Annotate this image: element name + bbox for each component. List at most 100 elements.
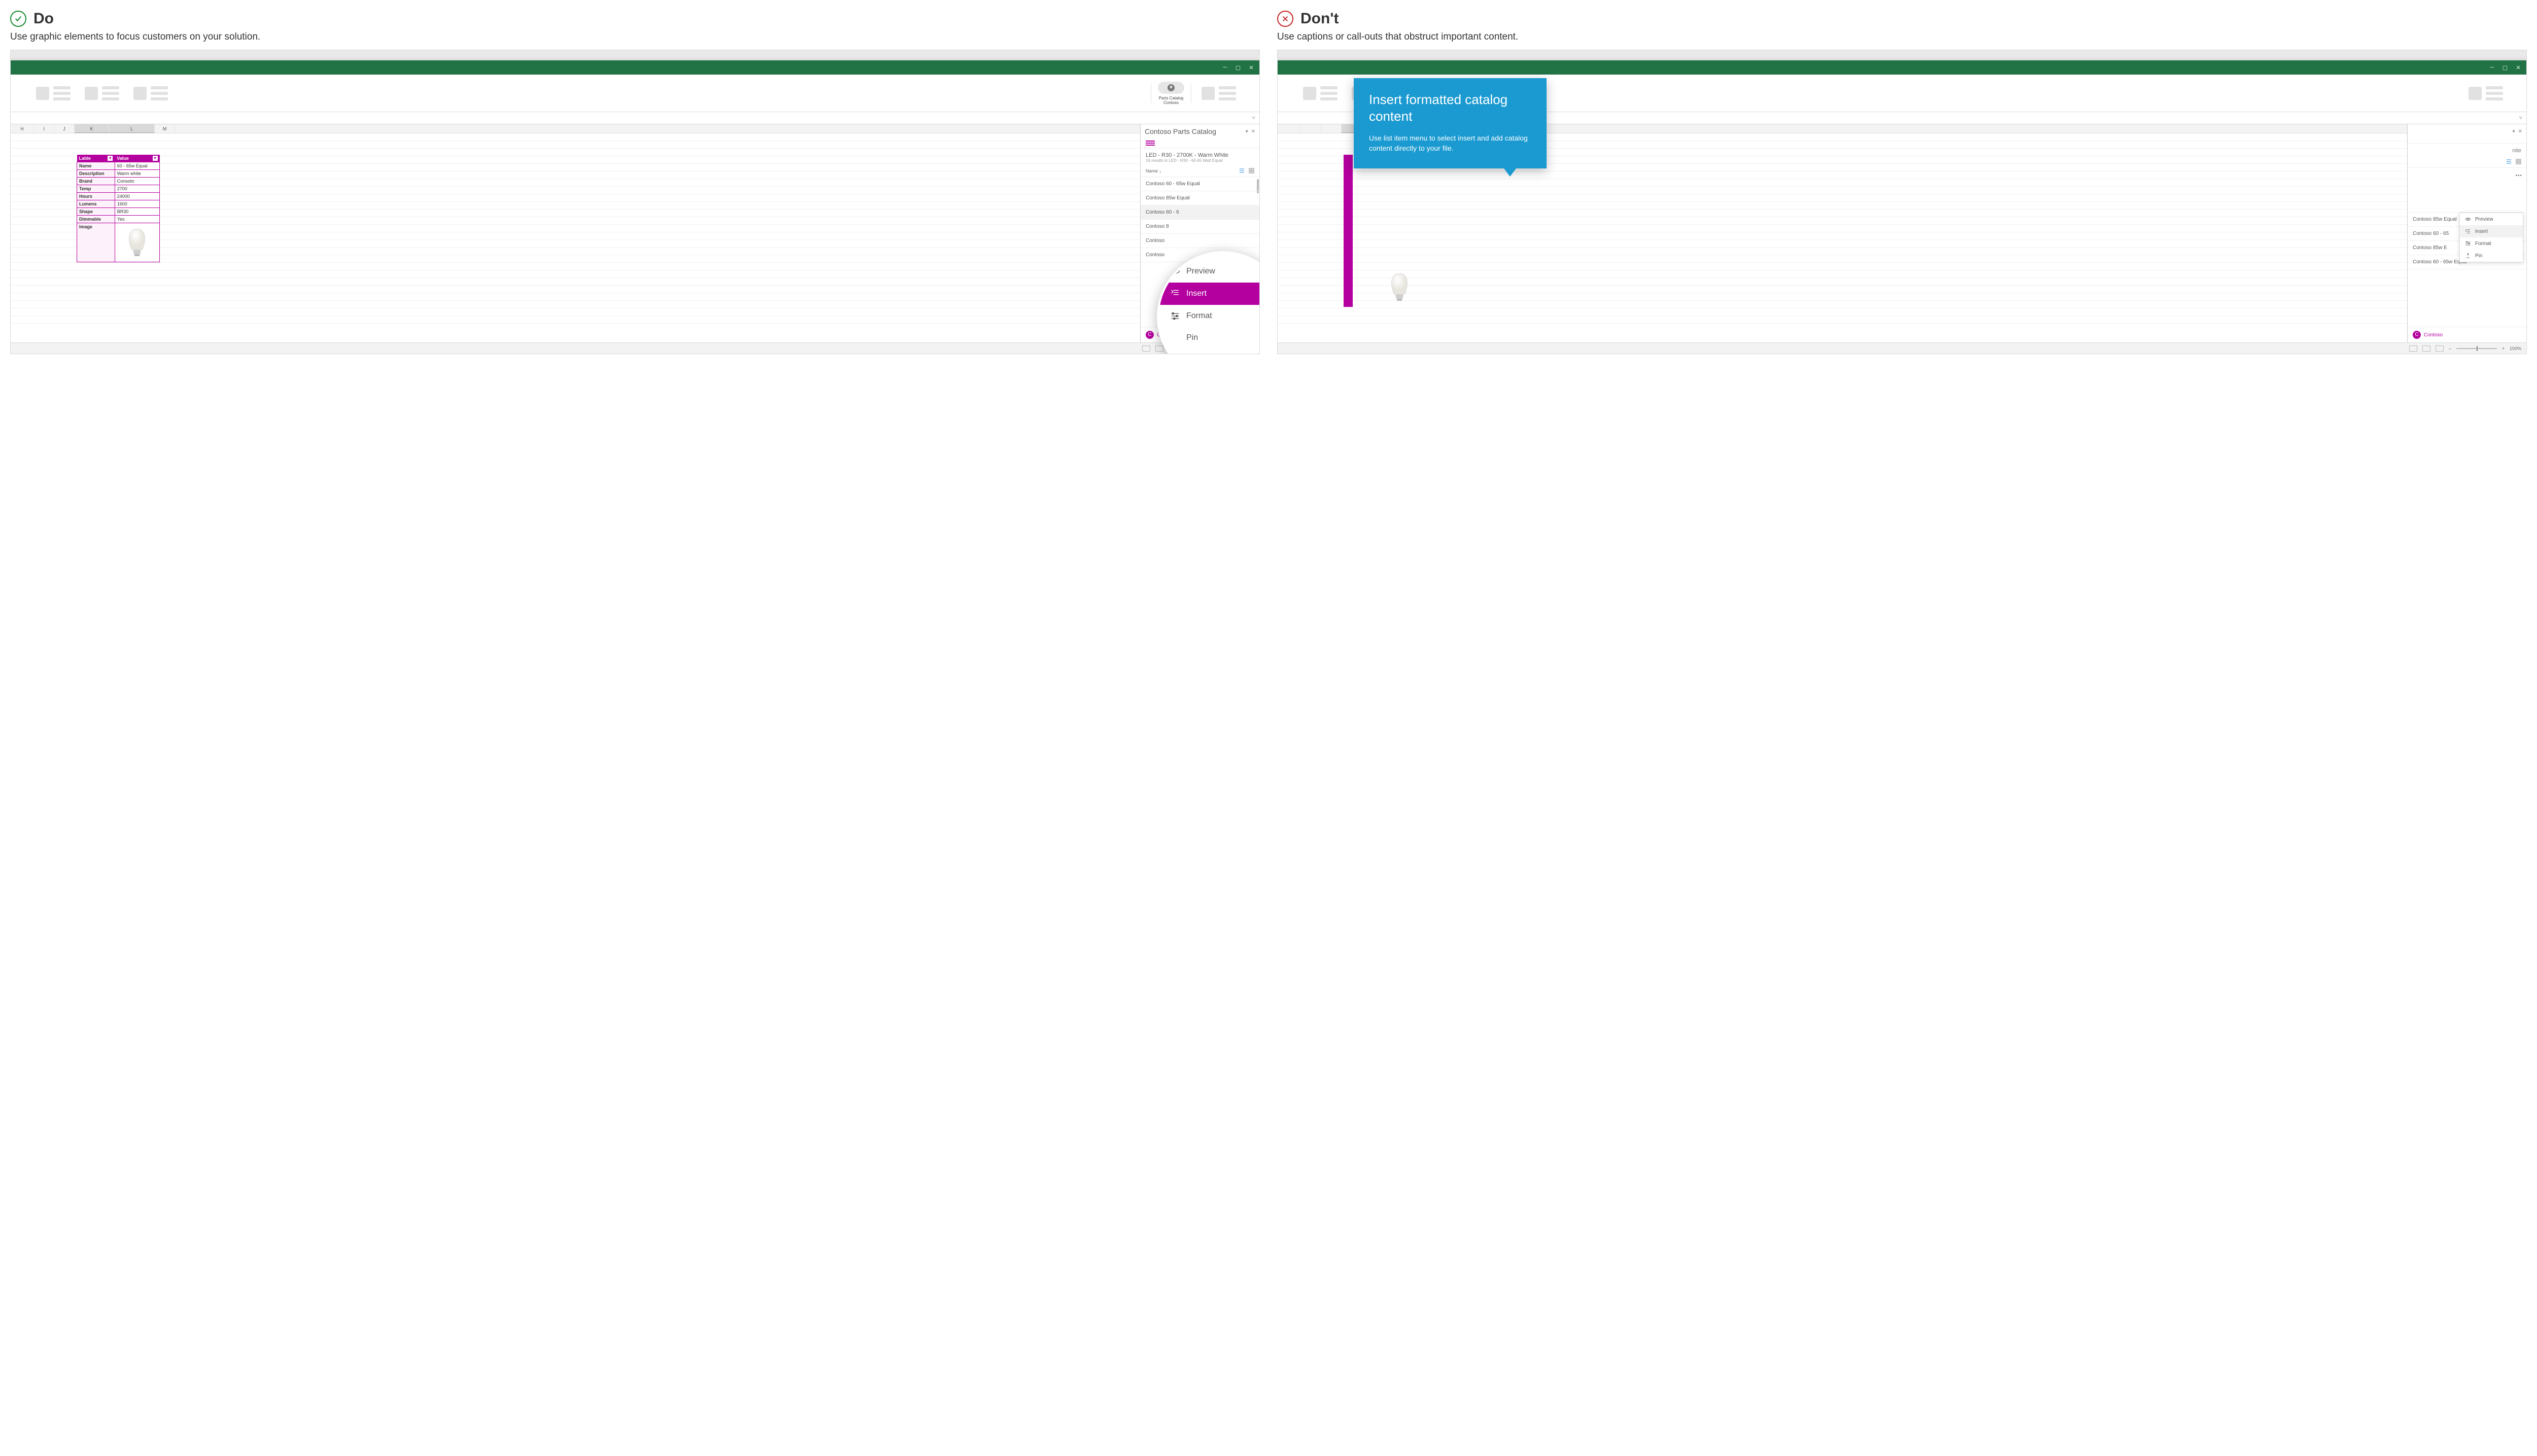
do-example-frame: ─ ▢ ✕ Parts Catalog Contoso ˅ xyxy=(10,50,1260,354)
context-menu-preview[interactable]: Preview xyxy=(2460,213,2523,225)
brand-badge: C xyxy=(1146,331,1154,339)
context-menu-insert[interactable]: Insert xyxy=(2460,225,2523,237)
list-item[interactable]: Contoso xyxy=(1141,234,1259,248)
context-menu-format[interactable]: Format xyxy=(1159,305,1260,327)
close-icon[interactable]: ✕ xyxy=(2518,129,2522,134)
status-bar: – + 100% xyxy=(1278,342,2526,354)
col-i[interactable]: I xyxy=(34,124,54,133)
check-icon xyxy=(10,11,26,27)
pane-footer[interactable]: C Contoso xyxy=(2408,327,2526,342)
list-item[interactable]: Contoso 60 - 6 xyxy=(1141,205,1259,220)
view-button[interactable] xyxy=(2436,345,2444,352)
title-bar: ─ ▢ ✕ xyxy=(1278,60,2526,75)
table-row: Lumens1600 xyxy=(77,200,160,208)
dont-heading: Don't xyxy=(1300,10,1339,27)
minimize-button[interactable]: ─ xyxy=(1222,64,1228,71)
lightbulb-image xyxy=(117,224,157,261)
maximize-button[interactable]: ▢ xyxy=(2502,64,2508,71)
callout-body: Use list item menu to select insert and … xyxy=(1369,133,1531,153)
table-header-label[interactable]: Lable▾ xyxy=(77,155,115,162)
list-item[interactable]: ••• xyxy=(2408,168,2526,213)
filter-label: Name xyxy=(1146,168,1158,174)
table-row: Image xyxy=(77,223,160,262)
table-row: ShapeBR30 xyxy=(77,208,160,216)
col-k[interactable]: K xyxy=(75,124,109,133)
lightbulb-icon xyxy=(1168,84,1175,91)
pane-breadcrumb-tail: nite xyxy=(2413,148,2521,154)
zoom-level: 100% xyxy=(2510,346,2521,351)
chevron-down-icon[interactable]: ▾ xyxy=(1246,129,1248,134)
list-view-icon[interactable] xyxy=(1239,168,1245,174)
context-menu-pin[interactable]: Pin xyxy=(1159,327,1260,349)
ribbon: Parts Catalog Contoso xyxy=(11,75,1259,112)
col-j[interactable]: J xyxy=(54,124,75,133)
dropdown-icon[interactable]: ▾ xyxy=(153,156,158,161)
col-m[interactable]: M xyxy=(155,124,175,133)
col-h[interactable]: H xyxy=(11,124,34,133)
context-menu-insert[interactable]: Insert xyxy=(1159,283,1260,305)
grid-lines xyxy=(11,133,1140,342)
result-list: ••• Contoso 85w Equal Contoso 60 - 65 Co… xyxy=(2408,167,2526,327)
pane-title: Contoso Parts Catalog xyxy=(1145,127,1216,135)
view-button[interactable] xyxy=(2422,345,2430,352)
view-button[interactable] xyxy=(2409,345,2417,352)
ribbon-addin-brand: Contoso xyxy=(1163,100,1179,105)
table-row: Temp2700 xyxy=(77,185,160,193)
ribbon-group xyxy=(1202,86,1236,100)
callout-title: Insert formatted catalog content xyxy=(1369,91,1531,124)
title-bar: ─ ▢ ✕ xyxy=(11,60,1259,75)
dropdown-icon[interactable]: ▾ xyxy=(108,156,113,161)
maximize-button[interactable]: ▢ xyxy=(1235,64,1241,71)
context-menu-pin[interactable]: Pin xyxy=(2460,250,2523,262)
brand-label: Contoso xyxy=(2424,332,2443,338)
list-view-icon[interactable] xyxy=(2506,159,2512,164)
close-button[interactable]: ✕ xyxy=(2515,64,2521,71)
minimize-button[interactable]: ─ xyxy=(2489,64,2495,71)
table-row: Hours24000 xyxy=(77,193,160,200)
do-heading: Do xyxy=(33,10,54,27)
table-row: DescriptionWarm white xyxy=(77,170,160,178)
chevron-down-icon[interactable]: ˅ xyxy=(1252,115,1255,121)
zoom-in-button[interactable]: + xyxy=(2502,346,2505,351)
close-button[interactable]: ✕ xyxy=(1248,64,1254,71)
context-menu-format[interactable]: Format xyxy=(2460,237,2523,250)
chevron-down-icon[interactable]: ˅ xyxy=(2519,115,2522,121)
table-row: BrandConsoto xyxy=(77,178,160,185)
table-header-value[interactable]: Value▾ xyxy=(115,155,159,162)
col-l[interactable]: L xyxy=(109,124,155,133)
zoom-slider[interactable] xyxy=(2456,348,2497,349)
close-icon[interactable]: ✕ xyxy=(1251,129,1255,134)
lightbulb-image xyxy=(1388,271,1411,305)
worksheet[interactable]: H I J K L M xyxy=(11,124,1140,342)
table-row: DimmableYes xyxy=(77,216,160,223)
list-item[interactable]: Contoso 8 xyxy=(1141,220,1259,234)
brand-badge: C xyxy=(2413,331,2421,339)
menu-icon[interactable] xyxy=(1146,141,1155,146)
grid-view-icon[interactable] xyxy=(2516,159,2521,164)
table-edge xyxy=(1344,155,1353,307)
list-item[interactable]: Contoso 85w Equal xyxy=(1141,191,1259,205)
formula-bar[interactable]: ˅ xyxy=(11,112,1259,124)
context-menu: Preview Insert Format xyxy=(2459,213,2523,262)
dont-example-frame: ─ ▢ ✕ ˅ xyxy=(1277,50,2527,354)
list-item[interactable]: Contoso 60 - 65w Equal xyxy=(1141,177,1259,191)
grid-view-icon[interactable] xyxy=(1249,168,1254,174)
data-table[interactable]: Lable▾ Value▾ Name60 - 65w Equal Descrip… xyxy=(77,155,160,262)
ribbon-group xyxy=(1303,86,1338,100)
view-button[interactable] xyxy=(1155,345,1163,352)
ribbon-group xyxy=(2469,86,2503,100)
column-headers[interactable]: H I J K L M xyxy=(11,124,1140,133)
app-window: ─ ▢ ✕ Parts Catalog Contoso ˅ xyxy=(11,60,1259,354)
zoom-out-button[interactable]: – xyxy=(2449,346,2451,351)
view-button[interactable] xyxy=(1142,345,1150,352)
ribbon-group xyxy=(85,86,119,100)
more-icon[interactable]: ••• xyxy=(2515,173,2522,179)
dont-subheading: Use captions or call-outs that obstruct … xyxy=(1277,31,2527,43)
callout-tooltip: Insert formatted catalog content Use lis… xyxy=(1354,78,1547,168)
chevron-down-icon[interactable]: ▾ xyxy=(2513,129,2515,134)
ribbon-addin-button[interactable]: Parts Catalog Contoso xyxy=(1151,82,1191,105)
task-pane: x ▾✕ nite ••• xyxy=(2407,124,2526,342)
sort-icon[interactable]: ↓ xyxy=(1159,168,1162,174)
do-subheading: Use graphic elements to focus customers … xyxy=(10,31,1260,43)
ribbon-group xyxy=(36,86,71,100)
